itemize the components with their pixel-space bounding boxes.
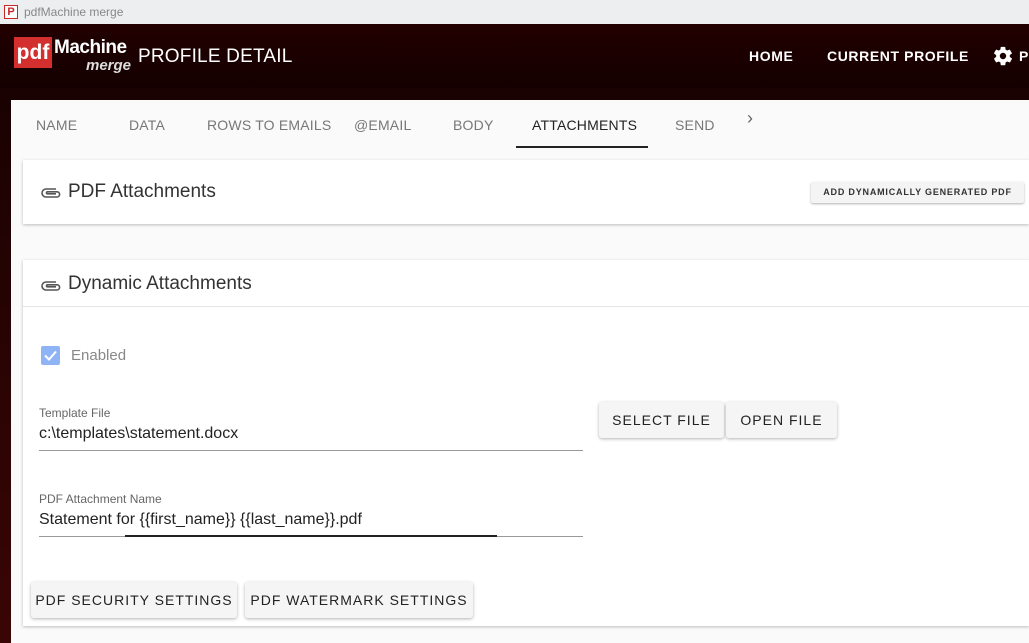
pdfmachine-logo: pdf Machine merge — [14, 37, 131, 77]
open-file-button[interactable]: OPEN FILE — [726, 402, 837, 438]
dynamic-attachments-card — [23, 260, 1029, 626]
page-title: PROFILE DETAIL — [138, 46, 293, 67]
paperclip-icon — [41, 188, 61, 198]
attachment-name-label: PDF Attachment Name — [39, 492, 162, 506]
select-file-button[interactable]: SELECT FILE — [599, 402, 724, 438]
logo-merge-text: merge — [86, 57, 132, 74]
logo-machine-text: Machine — [54, 37, 127, 58]
template-file-underline — [39, 450, 583, 451]
profile-tabs: NAME DATA ROWS TO EMAILS @EMAIL BODY ATT… — [11, 100, 1029, 148]
tab-name[interactable]: NAME — [36, 117, 77, 133]
tab-data[interactable]: DATA — [129, 117, 165, 133]
attachment-name-input[interactable]: Statement for {{first_name}} {{last_name… — [39, 511, 362, 529]
nav-settings-button-partial[interactable]: P — [1019, 48, 1028, 64]
pdf-attachments-title: PDF Attachments — [68, 181, 216, 202]
enabled-label: Enabled — [71, 347, 127, 364]
paperclip-icon — [41, 281, 61, 291]
template-file-input[interactable]: c:\templates\statement.docx — [39, 425, 238, 443]
nav-current-profile-button[interactable]: CURRENT PROFILE — [827, 48, 969, 64]
template-file-label: Template File — [39, 406, 111, 420]
nav-home-button[interactable]: HOME — [749, 48, 793, 64]
tab-send[interactable]: SEND — [675, 117, 715, 133]
enabled-checkbox[interactable] — [41, 346, 60, 365]
pdf-security-settings-button[interactable]: PDF SECURITY SETTINGS — [31, 582, 237, 618]
gear-icon[interactable] — [992, 45, 1014, 67]
dynamic-attachments-title: Dynamic Attachments — [68, 273, 252, 294]
active-tab-indicator — [516, 146, 648, 148]
tab-email[interactable]: @EMAIL — [354, 117, 411, 133]
tab-rows-to-emails[interactable]: ROWS TO EMAILS — [207, 117, 331, 133]
pdfmachine-app-icon: P — [4, 5, 18, 19]
attachment-name-focus-underline — [125, 535, 497, 537]
tab-attachments[interactable]: ATTACHMENTS — [532, 117, 637, 133]
pdf-watermark-settings-button[interactable]: PDF WATERMARK SETTINGS — [245, 582, 473, 618]
window-title: pdfMachine merge — [24, 5, 124, 19]
add-dynamic-pdf-button[interactable]: ADD DYNAMICALLY GENERATED PDF — [811, 182, 1024, 203]
logo-pdf-mark: pdf — [14, 37, 52, 68]
window-titlebar: P pdfMachine merge — [0, 0, 1029, 24]
tab-body[interactable]: BODY — [453, 117, 493, 133]
chevron-right-icon[interactable]: › — [747, 108, 753, 129]
checkmark-icon — [44, 350, 57, 361]
left-edge-background — [0, 88, 11, 643]
